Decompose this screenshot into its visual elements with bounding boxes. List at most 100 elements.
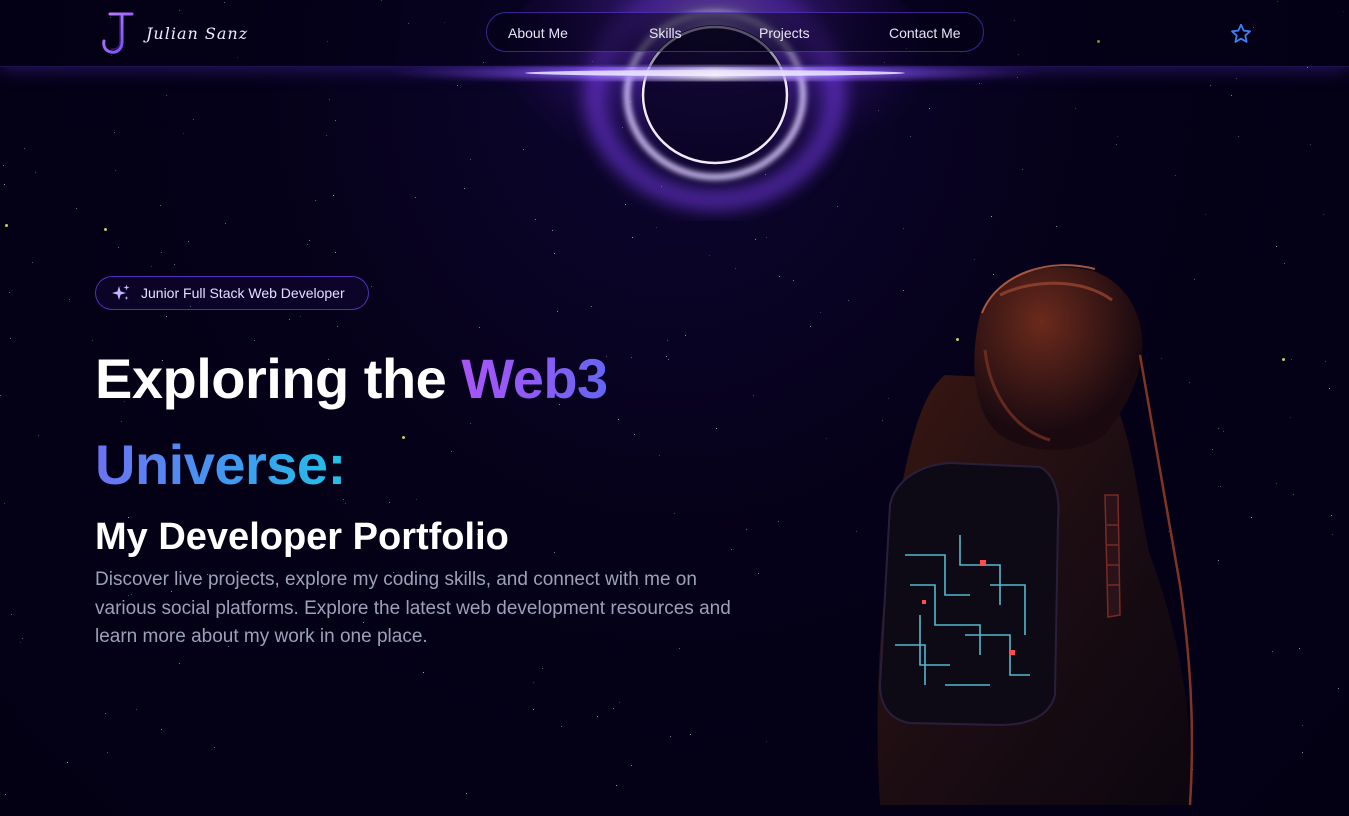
star-dot	[10, 338, 11, 339]
star-dot	[174, 264, 175, 265]
hero-title-highlight: Web3	[461, 347, 608, 410]
star-dot	[674, 513, 675, 514]
star-dot	[4, 184, 5, 185]
star-dot	[533, 709, 534, 710]
logo-j-icon	[102, 12, 134, 54]
star-dot	[466, 793, 467, 794]
star-dot	[605, 73, 606, 74]
star-dot	[254, 340, 255, 341]
star-dot	[136, 709, 137, 710]
star-dot	[67, 762, 68, 763]
star-dot	[1205, 214, 1206, 215]
hero-title-line2: Universe:	[95, 430, 346, 500]
star-dot	[193, 119, 194, 120]
star-dot	[1284, 263, 1285, 264]
star-dot	[183, 133, 184, 134]
star-dot	[225, 223, 226, 224]
star-dot	[5, 794, 6, 795]
star-dot	[289, 319, 290, 320]
star-dot	[371, 286, 372, 287]
star-dot	[76, 208, 77, 209]
star-dot	[337, 326, 338, 327]
star-dot	[457, 85, 458, 86]
star-dot	[731, 549, 732, 550]
star-dot	[38, 435, 39, 436]
hero-title-prefix: Exploring the	[95, 347, 462, 410]
nav-menu: About Me Skills Projects Contact Me	[486, 12, 984, 52]
star-dot	[929, 108, 930, 109]
star-dot	[107, 752, 108, 753]
star-dot	[22, 638, 23, 639]
star-dot	[668, 359, 669, 360]
nav-link-skills[interactable]: Skills	[649, 25, 682, 41]
star-dot	[1302, 725, 1303, 726]
star-dot	[188, 241, 189, 242]
star-dot	[214, 747, 215, 748]
nav-link-contact[interactable]: Contact Me	[889, 25, 961, 41]
hero-title-line1: Exploring the Web3	[95, 344, 608, 414]
star-dot	[661, 186, 662, 187]
star-dot	[114, 132, 115, 133]
star-dot	[1310, 144, 1311, 145]
star-dot	[151, 266, 152, 267]
star-dot	[389, 502, 390, 503]
star-dot	[1251, 517, 1252, 518]
star-dot	[839, 70, 840, 71]
star-dot	[618, 419, 619, 420]
star-dot	[115, 170, 116, 171]
sparkles-icon	[112, 284, 130, 300]
star-dot	[1116, 144, 1117, 145]
star-dot	[709, 255, 710, 256]
star-dot	[810, 326, 811, 327]
star-dot	[1291, 359, 1292, 360]
star-dot	[991, 216, 992, 217]
star-dot	[685, 335, 686, 336]
star-dot	[1022, 169, 1023, 170]
star-dot	[161, 252, 162, 253]
star-dot	[121, 421, 122, 422]
star-dot	[542, 668, 543, 669]
star-dot	[166, 95, 167, 96]
star-dot	[423, 672, 424, 673]
star-dot	[1299, 648, 1300, 649]
nav-link-projects[interactable]: Projects	[759, 25, 810, 41]
star-dot	[593, 72, 594, 73]
star-dot	[1210, 85, 1211, 86]
star-dot	[307, 244, 308, 245]
star-dot	[903, 228, 904, 229]
star-dot	[597, 716, 598, 717]
brand-logo[interactable]: Julian Sanz	[100, 10, 248, 56]
star-dot	[309, 240, 310, 241]
star-dot	[1332, 534, 1333, 535]
star-dot	[910, 136, 911, 137]
star-dot	[591, 306, 592, 307]
star-dot	[1272, 651, 1273, 652]
star-dot	[166, 316, 167, 317]
star-dot	[634, 434, 635, 435]
star-dot	[787, 107, 788, 108]
star-dot	[667, 340, 668, 341]
star-dot	[761, 148, 762, 149]
star-dot	[1075, 108, 1076, 109]
star-dot	[1236, 78, 1237, 79]
star-dot	[826, 438, 827, 439]
star-dot	[1056, 226, 1057, 227]
star-dot	[315, 200, 316, 201]
star-dot	[0, 395, 1, 396]
star-outline-icon[interactable]	[1229, 22, 1253, 46]
star-dot	[1293, 494, 1294, 495]
star-dot	[533, 682, 534, 683]
hero-subtitle: My Developer Portfolio	[95, 516, 509, 558]
hero-description: Discover live projects, explore my codin…	[95, 569, 731, 647]
top-navbar: Julian Sanz About Me Skills Projects Con…	[0, 0, 1349, 67]
hooded-astronaut-illustration	[877, 264, 1194, 806]
star-dot	[656, 227, 657, 228]
role-badge: Junior Full Stack Web Developer	[95, 276, 369, 310]
star-dot	[613, 708, 614, 709]
star-dot	[1276, 483, 1277, 484]
star-dot	[1302, 752, 1303, 753]
star-dot	[979, 83, 980, 84]
star-dot	[554, 253, 555, 254]
nav-link-about[interactable]: About Me	[508, 25, 568, 41]
star-dot	[716, 428, 717, 429]
